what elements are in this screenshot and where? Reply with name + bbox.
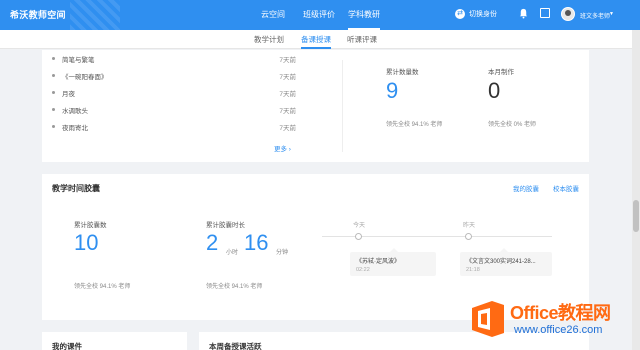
bullet-icon xyxy=(52,125,55,128)
capsule-minutes-value: 16 xyxy=(244,230,269,255)
list-item-time: 7天前 xyxy=(279,57,296,64)
user-name[interactable]: 班文多老师 xyxy=(580,11,610,20)
bullet-icon xyxy=(52,74,55,77)
timeline-day-label: 昨天 xyxy=(463,223,476,229)
month-count-label: 本月制作 xyxy=(488,69,514,76)
total-count-rank: 领先全校 94.1% 老师 xyxy=(386,122,443,128)
tab-teaching-plan[interactable]: 教学计划 xyxy=(254,34,284,49)
list-item-title: 水调歌头 xyxy=(62,108,88,115)
my-courseware-card: 我的课件 xyxy=(42,332,187,350)
list-item-title: 月夜 xyxy=(62,91,75,98)
capsule-hours-value: 2 xyxy=(206,230,219,255)
list-item-title: 《一碗阳春面》 xyxy=(62,74,108,81)
calendar-icon[interactable] xyxy=(540,8,550,18)
list-item-time: 7天前 xyxy=(279,91,296,98)
section-title: 我的课件 xyxy=(52,342,82,350)
nav-subject-research[interactable]: 学科教研 xyxy=(348,0,380,30)
list-item-time: 7天前 xyxy=(279,125,296,132)
timeline-dot xyxy=(465,233,472,240)
divider xyxy=(342,60,343,152)
timeline-dot xyxy=(355,233,362,240)
list-item[interactable]: 水调歌头 7天前 xyxy=(52,105,296,115)
timeline-capsule-item[interactable]: 《文言文300实词241-28... 21:18 xyxy=(460,248,552,276)
watermark-title: Office教程网 xyxy=(510,303,611,323)
capsule-count-label: 累计胶囊数 xyxy=(74,222,107,229)
month-count-value: 0 xyxy=(488,78,501,103)
list-item-title: 简笔与繁笔 xyxy=(62,57,95,64)
tab-lesson-evaluation[interactable]: 听课评课 xyxy=(347,34,377,49)
switch-icon: ⇄ xyxy=(455,9,465,19)
brand-decoration xyxy=(70,0,120,30)
timeline-day-label: 今天 xyxy=(353,223,366,229)
list-item[interactable]: 《一碗阳春面》 7天前 xyxy=(52,71,296,81)
capsule-count-rank: 领先全校 94.1% 老师 xyxy=(74,284,131,290)
list-item-time: 7天前 xyxy=(279,108,296,115)
sub-tab-bar: 教学计划 备课授课 听课评课 xyxy=(0,30,632,49)
top-navigation-bar: 希沃教师空间 云空间 班级评价 学科教研 ⇄ 切换身份 班文多老师 ▼ xyxy=(0,0,640,30)
month-count-rank: 领先全校 0% 老师 xyxy=(488,122,537,128)
capsule-duration-label: 累计胶囊时长 xyxy=(206,222,245,229)
list-item[interactable]: 简笔与繁笔 7天前 xyxy=(52,54,296,64)
capsule-duration-rank: 领先全校 94.1% 老师 xyxy=(206,284,263,290)
more-link[interactable]: 更多 › xyxy=(274,143,291,153)
list-item[interactable]: 月夜 7天前 xyxy=(52,88,296,98)
total-count-label: 累计数量数 xyxy=(386,69,419,76)
recent-lessons-card: 简笔与繁笔 7天前 《一碗阳春面》 7天前 月夜 7天前 水调歌头 7天前 夜雨… xyxy=(42,50,589,162)
bullet-icon xyxy=(52,57,55,60)
bullet-icon xyxy=(52,91,55,94)
section-title: 本周备授课活跃 xyxy=(209,342,262,350)
hours-unit: 小时 xyxy=(226,250,239,256)
section-title: 教学时间胶囊 xyxy=(52,184,100,193)
school-capsule-link[interactable]: 校本胶囊 xyxy=(553,183,579,193)
switch-identity-button[interactable]: ⇄ 切换身份 xyxy=(455,9,497,19)
list-item-title: 夜雨寄北 xyxy=(62,125,88,132)
capsule-item-time: 02:22 xyxy=(356,267,370,273)
avatar[interactable] xyxy=(561,7,575,21)
my-capsule-link[interactable]: 我的胶囊 xyxy=(513,183,539,193)
brand-logo-text[interactable]: 希沃教师空间 xyxy=(10,8,66,21)
minutes-unit: 分钟 xyxy=(276,250,289,256)
tab-lesson-prep[interactable]: 备课授课 xyxy=(301,34,331,49)
switch-identity-label: 切换身份 xyxy=(469,11,497,18)
nav-cloud-space[interactable]: 云空间 xyxy=(261,0,285,30)
office-logo-icon xyxy=(472,301,504,337)
timeline-capsule-item[interactable]: 《苏轼·定风波》 02:22 xyxy=(350,248,436,276)
nav-class-evaluation[interactable]: 班级评价 xyxy=(303,0,335,30)
scrollbar-thumb[interactable] xyxy=(633,200,639,232)
watermark-url: www.office26.com xyxy=(514,324,603,336)
capsule-item-time: 21:18 xyxy=(466,267,480,273)
total-count-value: 9 xyxy=(386,78,399,103)
list-item-time: 7天前 xyxy=(279,74,296,81)
list-item[interactable]: 夜雨寄北 7天前 xyxy=(52,122,296,132)
watermark: Office教程网 www.office26.com xyxy=(468,296,638,346)
capsule-item-name: 《苏轼·定风波》 xyxy=(356,259,400,265)
capsule-item-name: 《文言文300实词241-28... xyxy=(466,259,536,265)
bullet-icon xyxy=(52,108,55,111)
bell-icon[interactable] xyxy=(518,8,529,19)
chevron-down-icon[interactable]: ▼ xyxy=(609,11,614,17)
capsule-count-value: 10 xyxy=(74,230,99,255)
